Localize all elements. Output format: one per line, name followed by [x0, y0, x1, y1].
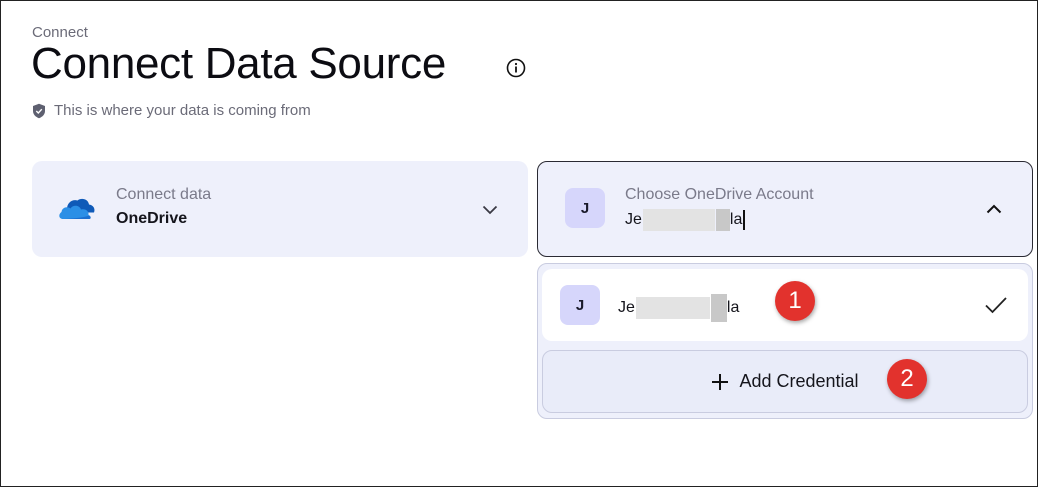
account-name-prefix: Je: [625, 211, 642, 228]
window-frame: Connect Connect Data Source This is wher…: [0, 0, 1038, 487]
chevron-up-icon[interactable]: [986, 204, 1002, 214]
chevron-down-icon[interactable]: [482, 205, 498, 215]
connect-data-select[interactable]: Connect data OneDrive: [32, 161, 528, 257]
connect-data-value: OneDrive: [116, 210, 188, 227]
subtitle-row: This is where your data is coming from: [32, 102, 311, 119]
subtitle-text: This is where your data is coming from: [54, 102, 311, 119]
option-name-prefix: Je: [618, 299, 635, 316]
account-option-name: Je la: [618, 294, 739, 322]
redacted-text: [710, 294, 727, 322]
account-select-value[interactable]: Je la: [625, 209, 746, 231]
account-name-suffix: la: [729, 211, 743, 228]
option-name-suffix: la: [726, 299, 740, 316]
redacted-text: [715, 209, 730, 231]
shield-icon: [33, 103, 45, 118]
page-title: Connect Data Source: [31, 39, 446, 88]
account-select-label: Choose OneDrive Account: [625, 186, 814, 203]
add-credential-button[interactable]: Add Credential: [542, 350, 1028, 413]
redacted-text: [635, 297, 710, 319]
connect-data-label: Connect data: [116, 186, 212, 203]
avatar: J: [565, 188, 605, 228]
redacted-text: [642, 209, 715, 231]
onedrive-cloud-icon: [59, 198, 95, 219]
onedrive-account-select[interactable]: J Choose OneDrive Account Je la: [537, 161, 1033, 257]
annotation-marker-2: 2: [887, 359, 927, 399]
info-circle-icon[interactable]: [506, 58, 526, 78]
plus-icon: [712, 373, 729, 390]
annotation-marker-1: 1: [775, 281, 815, 321]
avatar: J: [560, 285, 600, 325]
check-icon: [985, 297, 1007, 314]
add-credential-label: Add Credential: [739, 371, 859, 391]
text-cursor: [743, 210, 746, 230]
